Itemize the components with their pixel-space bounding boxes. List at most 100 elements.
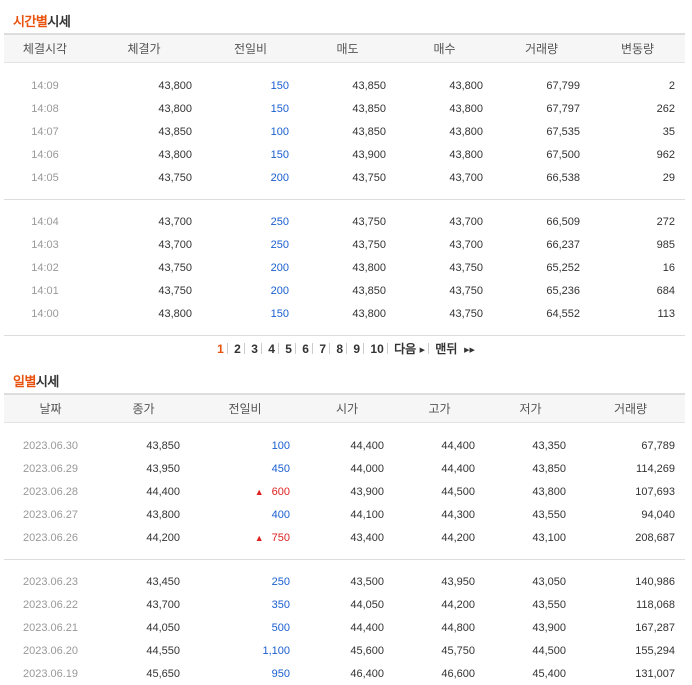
time-cell: 2023.06.19 xyxy=(22,667,79,680)
value-cell: 43,050 xyxy=(532,575,566,588)
table-row: 14:04 43,700 250 43,750 43,700 66,509 272 xyxy=(4,210,685,233)
value-cell: 140,986 xyxy=(635,575,675,588)
table-row: 2023.06.21 44,050 500 44,400 44,800 43,900 167… xyxy=(4,616,685,639)
next-label: 다음 xyxy=(394,342,417,356)
time-cell: 14:05 xyxy=(31,171,59,184)
divider xyxy=(427,343,429,354)
change-value: 100 xyxy=(271,439,290,452)
column-header: 고가 xyxy=(394,393,485,423)
value-cell: 67,797 xyxy=(546,102,580,115)
divider xyxy=(226,343,228,354)
page-8-link[interactable]: 8 xyxy=(333,342,346,356)
page-3-link[interactable]: 3 xyxy=(248,342,261,356)
page-1-link[interactable]: 1 xyxy=(214,342,227,356)
time-cell: 14:04 xyxy=(31,215,59,228)
time-cell: 14:06 xyxy=(31,148,59,161)
price-cell: 43,950 xyxy=(146,462,180,475)
value-cell: 64,552 xyxy=(546,307,580,320)
change-cell: 350 xyxy=(190,593,300,616)
change-cell: ▲ 600 xyxy=(190,480,300,503)
price-cell: 43,700 xyxy=(146,598,180,611)
value-cell: 67,500 xyxy=(546,148,580,161)
column-header: 체결시각 xyxy=(4,33,86,63)
next-page-link[interactable]: 다음 ▶ xyxy=(391,340,428,357)
divider-row xyxy=(4,200,685,211)
table-row: 14:01 43,750 200 43,850 43,750 65,236 684 xyxy=(4,279,685,302)
change-cell: ▲ 750 xyxy=(190,526,300,549)
time-cell: 2023.06.30 xyxy=(22,439,79,452)
value-cell: 45,750 xyxy=(441,644,475,657)
page-5-link[interactable]: 5 xyxy=(282,342,295,356)
table-row: 14:07 43,850 100 43,850 43,800 67,535 35 xyxy=(4,120,685,143)
divider-row xyxy=(4,189,685,199)
last-page-link[interactable]: 맨뒤 ▶▶ xyxy=(432,340,478,357)
value-cell: 43,700 xyxy=(449,215,483,228)
time-cell: 2023.06.23 xyxy=(22,575,79,588)
price-cell: 43,800 xyxy=(158,148,192,161)
divider xyxy=(260,343,262,354)
value-cell: 43,850 xyxy=(352,102,386,115)
value-cell: 43,800 xyxy=(532,485,566,498)
change-cell: 250 xyxy=(202,210,299,233)
value-cell: 167,287 xyxy=(635,621,675,634)
time-cell: 2023.06.26 xyxy=(22,531,79,544)
value-cell: 118,068 xyxy=(636,598,675,611)
change-cell: 150 xyxy=(202,97,299,120)
value-cell: 44,500 xyxy=(441,485,475,498)
value-cell: 43,850 xyxy=(352,79,386,92)
table-row: 2023.06.26 44,200 ▲ 750 43,400 44,200 43,100 20… xyxy=(4,526,685,549)
column-header: 날짜 xyxy=(4,393,97,423)
change-cell: 950 xyxy=(190,662,300,685)
value-cell: 43,750 xyxy=(352,171,386,184)
page-4-link[interactable]: 4 xyxy=(265,342,278,356)
value-cell: 43,850 xyxy=(532,462,566,475)
page-7-link[interactable]: 7 xyxy=(316,342,329,356)
column-header: 체결가 xyxy=(86,33,202,63)
price-cell: 43,450 xyxy=(146,575,180,588)
change-cell: 200 xyxy=(202,256,299,279)
value-cell: 45,600 xyxy=(350,644,384,657)
value-cell: 44,050 xyxy=(350,598,384,611)
value-cell: 44,500 xyxy=(532,644,566,657)
value-cell: 16 xyxy=(662,261,675,274)
value-cell: 43,750 xyxy=(449,307,483,320)
divider-row xyxy=(4,423,685,435)
daily-title-highlight: 일별 xyxy=(13,375,36,390)
value-cell: 113 xyxy=(657,307,675,320)
time-cell: 2023.06.28 xyxy=(22,485,79,498)
table-row: 14:02 43,750 200 43,800 43,750 65,252 16 xyxy=(4,256,685,279)
table-row: 2023.06.30 43,850 100 44,400 44,400 43,350 67,… xyxy=(4,434,685,457)
value-cell: 67,789 xyxy=(641,439,675,452)
value-cell: 44,400 xyxy=(441,462,475,475)
price-cell: 43,800 xyxy=(146,508,180,521)
divider xyxy=(294,343,296,354)
chevron-right-icon: ▶ xyxy=(419,347,425,354)
change-value: 250 xyxy=(270,238,289,251)
up-arrow-icon: ▲ xyxy=(254,532,264,543)
time-price-table: 체결시각 체결가 전일비 매도 매수 거래량 변동량 14:09 43,800 15… xyxy=(4,33,685,336)
time-cell: 2023.06.20 xyxy=(22,644,79,657)
page-6-link[interactable]: 6 xyxy=(299,342,312,356)
page-2-link[interactable]: 2 xyxy=(231,342,244,356)
value-cell: 66,237 xyxy=(546,238,580,251)
change-value: 450 xyxy=(271,462,290,475)
daily-title-rest: 시세 xyxy=(35,375,59,390)
daily-section-title: 일별시세 xyxy=(13,371,59,390)
page-10-link[interactable]: 10 xyxy=(367,342,386,356)
table-row: 14:08 43,800 150 43,850 43,800 67,797 262 xyxy=(4,97,685,120)
divider xyxy=(329,343,331,354)
change-value: 750 xyxy=(271,531,290,544)
value-cell: 46,400 xyxy=(350,667,384,680)
page-9-link[interactable]: 9 xyxy=(350,342,363,356)
value-cell: 67,799 xyxy=(546,79,580,92)
value-cell: 43,100 xyxy=(532,531,566,544)
price-cell: 43,750 xyxy=(158,171,192,184)
time-cell: 14:01 xyxy=(31,284,59,297)
change-value: 950 xyxy=(271,667,290,680)
time-title-rest: 시세 xyxy=(47,15,71,30)
price-cell: 45,650 xyxy=(146,667,180,680)
change-cell: 150 xyxy=(202,143,299,166)
value-cell: 43,550 xyxy=(532,598,566,611)
divider-row xyxy=(4,560,685,571)
divider-row xyxy=(4,325,685,335)
